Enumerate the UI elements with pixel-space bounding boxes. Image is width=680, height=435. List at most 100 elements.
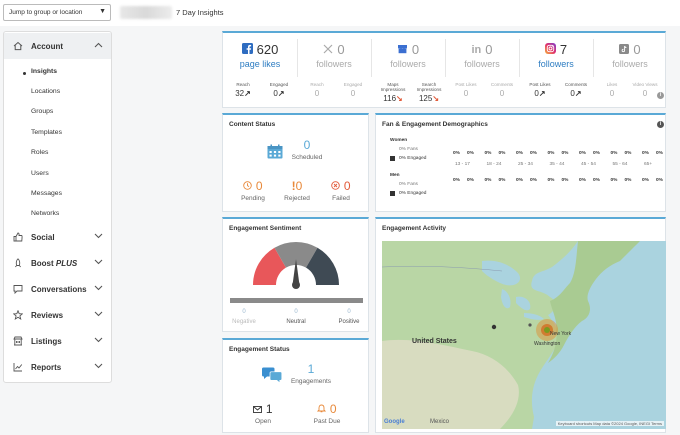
metric-label: Post Likes	[529, 82, 551, 87]
men-engaged-pct: 0%	[498, 178, 506, 183]
rejected-stat[interactable]: !0 Rejected	[275, 179, 319, 202]
men-engaged-pct: 0%	[561, 178, 569, 183]
age-group-label: 13 - 17	[455, 162, 470, 167]
scheduled-label: Scheduled	[291, 154, 323, 161]
women-fans-pct: 0%	[516, 151, 523, 156]
activity-map[interactable]: United States New York Washington Mexico…	[382, 241, 666, 429]
map-graphic	[382, 241, 640, 429]
map-label-ny: New York	[550, 331, 572, 337]
metric-value: 0↗	[559, 89, 593, 98]
sidebar-subitem-roles[interactable]: Roles	[31, 149, 48, 156]
engagements-stat[interactable]: 1 Engagements	[289, 362, 333, 385]
neutral-value: 0	[294, 309, 298, 315]
pending-value: 0	[255, 179, 263, 193]
sentiment-gauge	[230, 242, 363, 303]
metric-gbp-maps: Maps Impressions 116↘	[376, 82, 410, 103]
info-icon[interactable]: i	[657, 121, 664, 128]
card-title: Engagement Activity	[382, 225, 447, 232]
arrow-up-icon: ↗	[244, 89, 251, 99]
sidebar-item-reviews[interactable]: Reviews	[4, 302, 111, 328]
women-engaged-label: 0% Engaged	[399, 156, 427, 161]
x-label: followers	[316, 59, 352, 69]
metric-value: 0	[463, 89, 469, 99]
chevron-down-icon	[94, 336, 103, 345]
metric-value: 125↘	[412, 94, 446, 103]
open-label: Open	[255, 418, 271, 425]
line-chart-icon	[13, 362, 23, 372]
tiktok-stat[interactable]: 0 followers	[593, 33, 667, 113]
sidebar-subitem-locations[interactable]: Locations	[31, 88, 60, 95]
women-fans-pct: 0%	[484, 151, 492, 156]
instagram-icon	[544, 42, 556, 57]
metric-label: Engaged	[343, 82, 363, 87]
instagram-count: 7	[559, 42, 568, 57]
sidebar-item-social[interactable]: Social	[4, 224, 111, 250]
pending-stat[interactable]: 0 Pending	[231, 179, 275, 202]
chat-icon	[13, 284, 23, 295]
gbp-label: followers	[390, 59, 426, 69]
metric-label: Reach	[236, 82, 250, 87]
sidebar-subitem-templates[interactable]: Templates	[31, 129, 62, 136]
sidebar-subitem-groups[interactable]: Groups	[31, 108, 53, 115]
sidebar-item-listings[interactable]: Listings	[4, 328, 111, 354]
open-line: 1	[241, 402, 285, 416]
arrow-up-icon: ↗	[574, 89, 582, 99]
metric-label: Engaged	[269, 82, 289, 87]
metric-fb-reach: Reach 32↗	[226, 82, 260, 98]
alarm-icon	[317, 402, 327, 416]
metric-label: Video Views	[632, 82, 658, 87]
age-group-label: 35 - 44	[549, 162, 565, 167]
facebook-stat[interactable]: 620 page likes	[223, 33, 297, 113]
sidebar-subitem-networks[interactable]: Networks	[31, 210, 59, 217]
arrow-up-icon: ↗	[538, 89, 546, 99]
chevron-down-icon	[94, 232, 103, 241]
positive-label: Positive	[338, 319, 360, 325]
facebook-icon	[241, 42, 253, 57]
map-marker[interactable]	[528, 323, 532, 327]
page-title: 7 Day Insights	[176, 8, 224, 17]
chevron-down-icon	[94, 284, 103, 293]
neutral-label: Neutral	[286, 319, 306, 325]
instagram-stat[interactable]: 7 followers	[519, 33, 593, 113]
rejected-label: Rejected	[284, 195, 310, 202]
metric-label: Post Likes	[455, 82, 477, 87]
jump-to-group-select[interactable]: Jump to group or location ▼	[3, 4, 111, 21]
linkedin-stat[interactable]: in 0 followers	[445, 33, 519, 113]
men-fans-pct: 0%	[453, 178, 460, 183]
metric-li-comments: Comments 0	[485, 82, 519, 98]
map-marker[interactable]	[491, 324, 497, 330]
tiktok-label: followers	[612, 59, 648, 69]
engaged-legend-swatch	[390, 191, 395, 196]
sidebar-item-boost[interactable]: Boost PLUS	[4, 250, 111, 276]
content-status-card: Content Status 0 Scheduled 0 Pending !0 …	[222, 113, 369, 212]
men-fans-pct: 0%	[579, 178, 586, 183]
rejected-value: 0	[295, 179, 303, 193]
sidebar-item-conversations[interactable]: Conversations	[4, 276, 111, 302]
scheduled-stat[interactable]: 0 Scheduled	[287, 138, 327, 161]
sidebar-subitem-insights[interactable]: Insights	[31, 68, 57, 75]
engaged-legend-swatch	[390, 156, 395, 161]
engagement-activity-card: Engagement Activity United States New Yo…	[375, 217, 666, 433]
arrow-down-icon: ↘	[396, 94, 403, 104]
sidebar-subitem-users[interactable]: Users	[31, 170, 49, 177]
caret-down-icon: ▼	[99, 8, 106, 15]
sidebar-item-account[interactable]: Account	[4, 33, 111, 59]
sidebar-item-reports[interactable]: Reports	[4, 354, 111, 380]
women-engaged-pct: 0%	[624, 151, 632, 156]
chat-bubbles-icon	[261, 367, 283, 387]
x-stat[interactable]: 0 followers	[297, 33, 371, 113]
top-bar: Jump to group or location ▼ 7 Day Insigh…	[0, 0, 680, 26]
positive-value: 0	[347, 309, 351, 315]
women-fans-pct: 0%	[453, 151, 460, 156]
past-due-stat[interactable]: 0 Past Due	[305, 402, 349, 425]
failed-stat[interactable]: 0 Failed	[319, 179, 363, 202]
women-fans-pct: 0%	[642, 151, 649, 156]
metric-gbp-search: Search Impressions 125↘	[412, 82, 446, 103]
map-attribution[interactable]: Keyboard shortcuts Map data ©2024 Google…	[555, 421, 664, 426]
metric-x-engaged: Engaged 0	[336, 82, 370, 98]
open-stat[interactable]: 1 Open	[241, 402, 285, 425]
age-group-label: 55 - 64	[612, 162, 628, 167]
info-icon[interactable]: i	[657, 92, 664, 99]
blurred-account-name	[120, 6, 172, 19]
sidebar-subitem-messages[interactable]: Messages	[31, 190, 62, 197]
